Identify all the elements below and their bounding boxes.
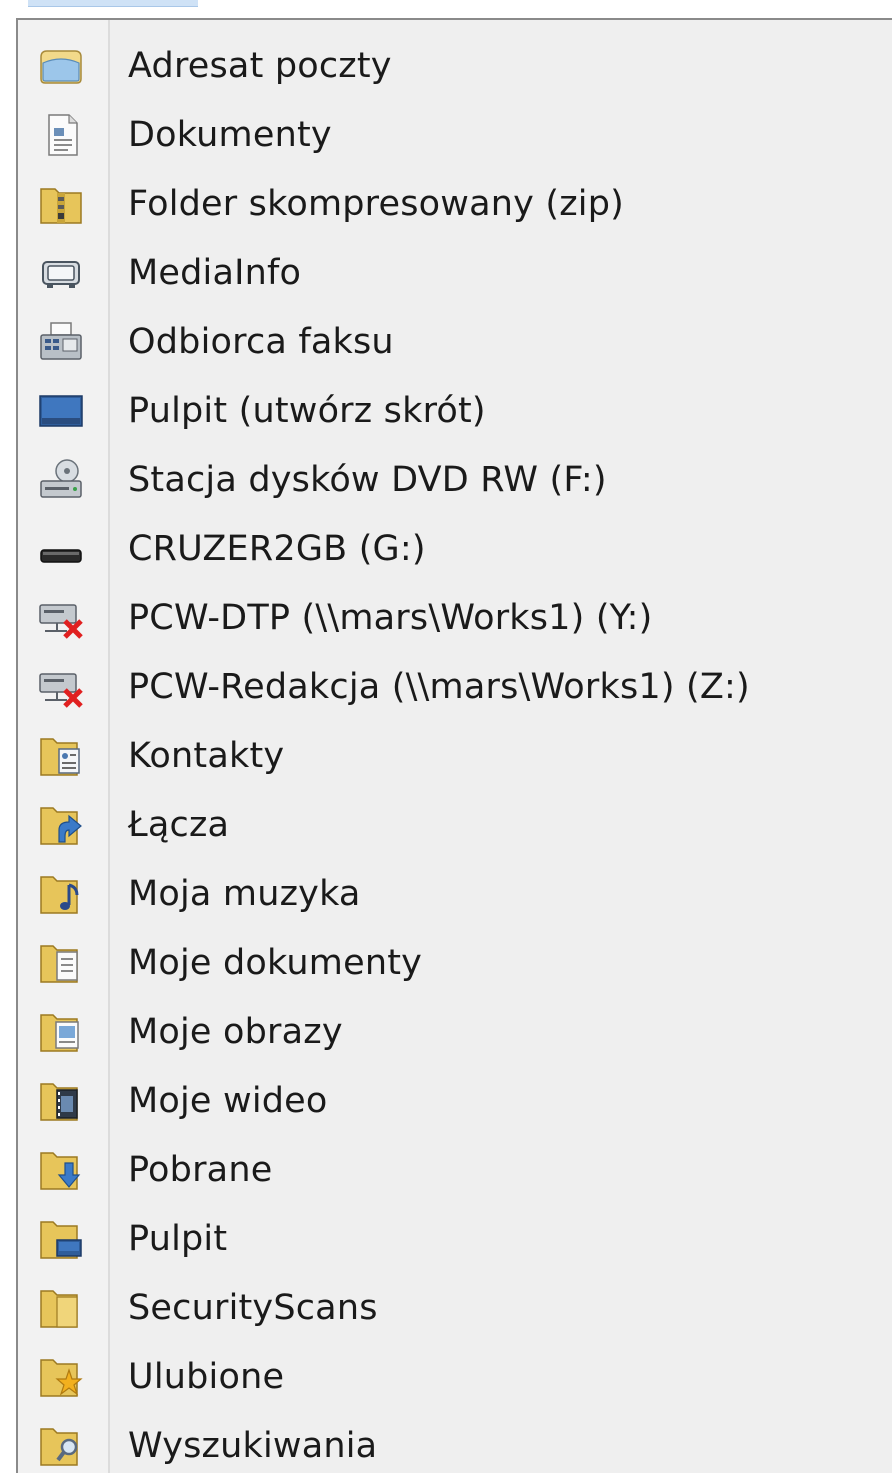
menu-item-label: Pulpit (utwórz skrót): [128, 390, 486, 431]
disconnected-network-drive-icon: [36, 664, 86, 710]
menu-item-label: Moje obrazy: [128, 1011, 343, 1052]
menu-item-label: SecurityScans: [128, 1287, 378, 1328]
menu-item-my-videos[interactable]: Moje wideo: [18, 1066, 892, 1135]
menu-item-usb-drive[interactable]: CRUZER2GB (G:): [18, 514, 892, 583]
fax-icon: [36, 319, 86, 365]
searches-folder-icon: [36, 1423, 86, 1469]
menu-item-label: Adresat poczty: [128, 45, 392, 86]
mediainfo-icon: [36, 250, 86, 296]
menu-item-desktop-shortcut[interactable]: Pulpit (utwórz skrót): [18, 376, 892, 445]
menu-item-label: Moje dokumenty: [128, 942, 423, 983]
zip-folder-icon: [36, 181, 86, 227]
favorites-folder-icon: [36, 1354, 86, 1400]
menu-item-label: Pulpit: [128, 1218, 228, 1259]
menu-item-documents[interactable]: Dokumenty: [18, 100, 892, 169]
links-folder-icon: [36, 802, 86, 848]
menu-item-label: Łącza: [128, 804, 230, 845]
menu-item-label: MediaInfo: [128, 252, 302, 293]
send-to-context-menu: Adresat poczty Dokumenty Folder skompres…: [16, 18, 892, 1473]
menu-item-label: Wyszukiwania: [128, 1425, 378, 1466]
selected-parent-remnant: [28, 0, 198, 7]
menu-item-favorites[interactable]: Ulubione: [18, 1342, 892, 1411]
dvd-drive-icon: [36, 457, 86, 503]
menu-item-label: Ulubione: [128, 1356, 285, 1397]
menu-item-desktop-folder[interactable]: Pulpit: [18, 1204, 892, 1273]
downloads-folder-icon: [36, 1147, 86, 1193]
menu-items: Adresat poczty Dokumenty Folder skompres…: [18, 31, 892, 1473]
menu-item-label: Odbiorca faksu: [128, 321, 394, 362]
menu-item-label: CRUZER2GB (G:): [128, 528, 426, 569]
menu-item-my-documents[interactable]: Moje dokumenty: [18, 928, 892, 997]
menu-item-network-drive-z[interactable]: PCW-Redakcja (\\mars\Works1) (Z:): [18, 652, 892, 721]
menu-item-contacts[interactable]: Kontakty: [18, 721, 892, 790]
menu-item-network-drive-y[interactable]: PCW-DTP (\\mars\Works1) (Y:): [18, 583, 892, 652]
menu-item-label: PCW-DTP (\\mars\Works1) (Y:): [128, 597, 653, 638]
menu-item-searches[interactable]: Wyszukiwania: [18, 1411, 892, 1473]
menu-item-label: Folder skompresowany (zip): [128, 183, 624, 224]
menu-item-zip-folder[interactable]: Folder skompresowany (zip): [18, 169, 892, 238]
menu-item-label: Moje wideo: [128, 1080, 328, 1121]
menu-item-label: Kontakty: [128, 735, 285, 776]
menu-item-label: Stacja dysków DVD RW (F:): [128, 459, 607, 500]
menu-item-label: Dokumenty: [128, 114, 332, 155]
mail-recipient-icon: [36, 43, 86, 89]
menu-item-fax-recipient[interactable]: Odbiorca faksu: [18, 307, 892, 376]
menu-item-label: PCW-Redakcja (\\mars\Works1) (Z:): [128, 666, 750, 707]
contacts-folder-icon: [36, 733, 86, 779]
menu-item-my-pictures[interactable]: Moje obrazy: [18, 997, 892, 1066]
desktop-folder-icon: [36, 1216, 86, 1262]
menu-item-label: Pobrane: [128, 1149, 273, 1190]
documents-folder-icon: [36, 940, 86, 986]
pictures-folder-icon: [36, 1009, 86, 1055]
menu-item-dvd-drive[interactable]: Stacja dysków DVD RW (F:): [18, 445, 892, 514]
videos-folder-icon: [36, 1078, 86, 1124]
usb-drive-icon: [36, 526, 86, 572]
document-icon: [36, 112, 86, 158]
menu-item-my-music[interactable]: Moja muzyka: [18, 859, 892, 928]
menu-item-securityscans[interactable]: SecurityScans: [18, 1273, 892, 1342]
menu-item-mail-recipient[interactable]: Adresat poczty: [18, 31, 892, 100]
menu-item-links[interactable]: Łącza: [18, 790, 892, 859]
disconnected-network-drive-icon: [36, 595, 86, 641]
folder-icon: [36, 1285, 86, 1331]
music-folder-icon: [36, 871, 86, 917]
menu-item-mediainfo[interactable]: MediaInfo: [18, 238, 892, 307]
top-strip: [0, 0, 892, 18]
menu-item-downloads[interactable]: Pobrane: [18, 1135, 892, 1204]
menu-item-label: Moja muzyka: [128, 873, 361, 914]
desktop-icon: [36, 388, 86, 434]
